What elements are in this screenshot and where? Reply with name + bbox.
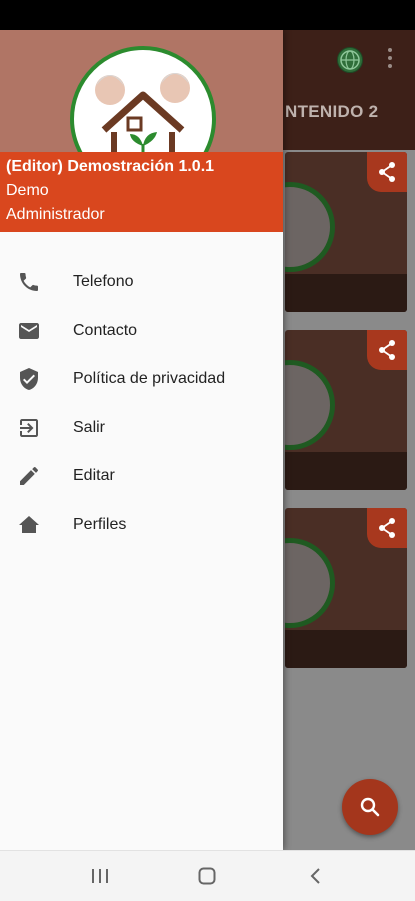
search-icon: [360, 797, 380, 817]
mail-icon: [19, 322, 39, 339]
share-icon: [379, 162, 395, 182]
recent-apps-icon[interactable]: [91, 868, 109, 884]
menu-item-label: Contacto: [73, 321, 138, 339]
shield-icon: [20, 368, 38, 391]
share-button[interactable]: [367, 152, 407, 192]
drawer-menu: Telefono Contacto Política de privacidad…: [0, 258, 283, 549]
tab-contenido-2[interactable]: NTENIDO 2: [285, 102, 378, 122]
home-icon: [19, 515, 39, 533]
exit-icon: [20, 418, 38, 437]
share-button[interactable]: [367, 330, 407, 370]
content-card[interactable]: [285, 508, 407, 668]
phone-icon: [20, 273, 38, 292]
user-role: Administrador: [6, 206, 105, 223]
share-button[interactable]: [367, 508, 407, 548]
card-image: [285, 360, 335, 450]
menu-item-label: Editar: [73, 467, 115, 485]
card-caption-band: [285, 452, 407, 490]
user-name: Demo: [6, 182, 49, 199]
globe-icon[interactable]: [337, 47, 363, 73]
card-caption-band: [285, 274, 407, 312]
system-navigation-bar: [0, 850, 415, 901]
home-button-icon[interactable]: [198, 867, 216, 885]
menu-item-salir[interactable]: Salir: [0, 404, 283, 453]
menu-item-contacto[interactable]: Contacto: [0, 307, 283, 356]
menu-item-label: Perfiles: [73, 515, 127, 533]
share-icon: [379, 518, 395, 538]
share-icon: [379, 340, 395, 360]
card-image: [285, 182, 335, 272]
menu-item-editar[interactable]: Editar: [0, 452, 283, 501]
search-fab[interactable]: [342, 779, 398, 835]
menu-item-privacidad[interactable]: Política de privacidad: [0, 355, 283, 404]
card-image: [285, 538, 335, 628]
menu-item-label: Telefono: [73, 273, 134, 291]
menu-item-telefono[interactable]: Telefono: [0, 258, 283, 307]
menu-item-perfiles[interactable]: Perfiles: [0, 501, 283, 550]
content-card[interactable]: [285, 152, 407, 312]
status-bar: [0, 0, 415, 30]
content-card[interactable]: [285, 330, 407, 490]
overflow-menu-icon[interactable]: [387, 48, 393, 70]
menu-item-label: Salir: [73, 418, 106, 436]
card-caption-band: [285, 630, 407, 668]
drawer-header: (Editor) Demostración 1.0.1 Demo Adminis…: [0, 30, 283, 232]
pencil-icon: [20, 467, 38, 486]
app-version-title: (Editor) Demostración 1.0.1: [6, 158, 215, 175]
navigation-drawer: (Editor) Demostración 1.0.1 Demo Adminis…: [0, 30, 283, 850]
menu-item-label: Política de privacidad: [73, 370, 226, 388]
back-icon[interactable]: [309, 867, 321, 885]
